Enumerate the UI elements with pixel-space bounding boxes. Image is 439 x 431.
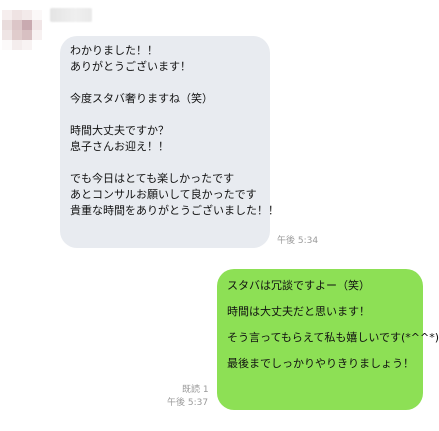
message-line: でも今日はとても楽しかったです [70, 172, 235, 185]
message-line: 最後までしっかりやりきりましょう！ [227, 357, 414, 370]
message-line: 息子さんお迎え！！ [70, 140, 169, 153]
message-line: わかりました！！ [70, 44, 158, 57]
incoming-timestamp: 午後 5:34 [277, 236, 319, 246]
message-line: スタバは冗談ですよー（笑） [227, 279, 370, 292]
read-receipt: 既読 1 [182, 385, 209, 395]
message-line: 時間は大丈夫だと思います！ [227, 305, 370, 318]
message-line [70, 156, 260, 170]
message-line: 今度スタバ奢りますね（笑） [70, 92, 213, 105]
message-line [70, 108, 260, 122]
message-line: そう言ってもらえて私も嬉しいです(*^^*) [227, 331, 439, 344]
message-line: 貴重な時間をありがとうございました！！ [70, 204, 279, 217]
message-line: 時間大丈夫ですか？ [70, 124, 169, 137]
message-line: あとコンサルお願いして良かったです [70, 188, 257, 201]
avatar[interactable] [2, 10, 42, 50]
incoming-message-bubble[interactable]: わかりました！！ ありがとうございます！ 今度スタバ奢りますね（笑） 時間大丈夫… [60, 36, 279, 248]
outgoing-timestamp: 午後 5:37 [167, 398, 209, 408]
outgoing-message-bubble[interactable]: スタバは冗談ですよー（笑） 時間は大丈夫だと思います！ そう言ってもらえて私も嬉… [217, 269, 439, 410]
message-line: ありがとうございます！ [70, 60, 191, 73]
message-line [70, 76, 260, 90]
sender-name-blurred [50, 8, 92, 22]
